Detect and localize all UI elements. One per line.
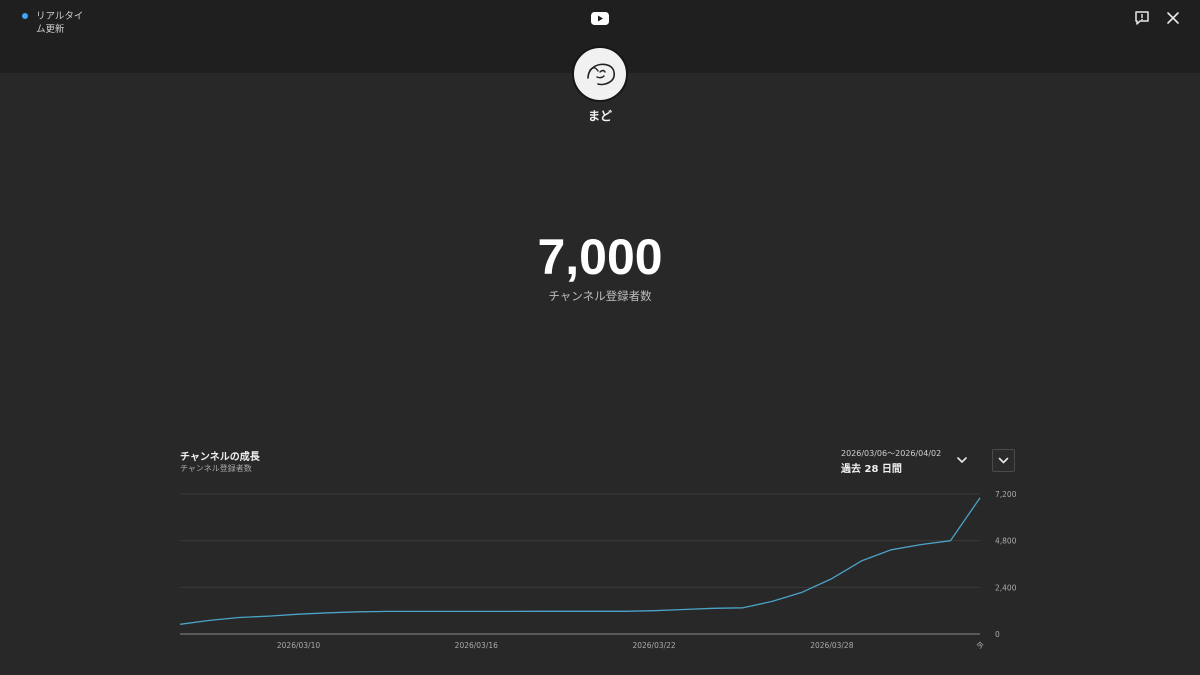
chevron-down-icon bbox=[998, 457, 1009, 464]
close-icon[interactable] bbox=[1164, 9, 1182, 27]
chart-title: チャンネルの成長 bbox=[180, 452, 260, 463]
subscriber-count-label: チャンネル登録者数 bbox=[548, 289, 652, 303]
period-dropdown-chevron-down-icon[interactable] bbox=[952, 450, 972, 470]
date-range: 2026/03/06〜2026/04/02 bbox=[841, 449, 942, 458]
subscriber-growth-chart: 0 2,400 4,800 7,200 2026/03/10 2026/03/16 2026… bbox=[179, 490, 1017, 650]
y-tick-label: 4,800 bbox=[995, 537, 1017, 546]
channel-avatar bbox=[572, 46, 628, 102]
chart-subtitle: チャンネル登録者数 bbox=[180, 464, 252, 473]
avatar-face-icon bbox=[587, 63, 615, 86]
x-tick-label: 2026/03/22 bbox=[632, 641, 675, 650]
live-status-dot-icon bbox=[22, 13, 28, 19]
x-tick-label: 2026/03/10 bbox=[277, 641, 320, 650]
feedback-icon[interactable] bbox=[1133, 9, 1151, 27]
chart-expand-button[interactable] bbox=[992, 449, 1015, 472]
channel-name: まど bbox=[587, 109, 612, 123]
realtime-label: リアルタイム更新 bbox=[36, 11, 84, 35]
date-period: 過去 28 日間 bbox=[841, 464, 902, 475]
x-tick-label: 2026/03/28 bbox=[810, 641, 853, 650]
y-tick-label: 2,400 bbox=[995, 583, 1017, 592]
series-line bbox=[179, 497, 981, 625]
y-tick-label: 0 bbox=[995, 630, 1000, 639]
x-tick-label: 今 bbox=[976, 640, 984, 650]
subscriber-count: 7,000 bbox=[537, 229, 663, 285]
y-tick-label: 7,200 bbox=[995, 490, 1017, 499]
youtube-logo-icon bbox=[591, 12, 609, 25]
x-tick-label: 2026/03/16 bbox=[455, 641, 498, 650]
